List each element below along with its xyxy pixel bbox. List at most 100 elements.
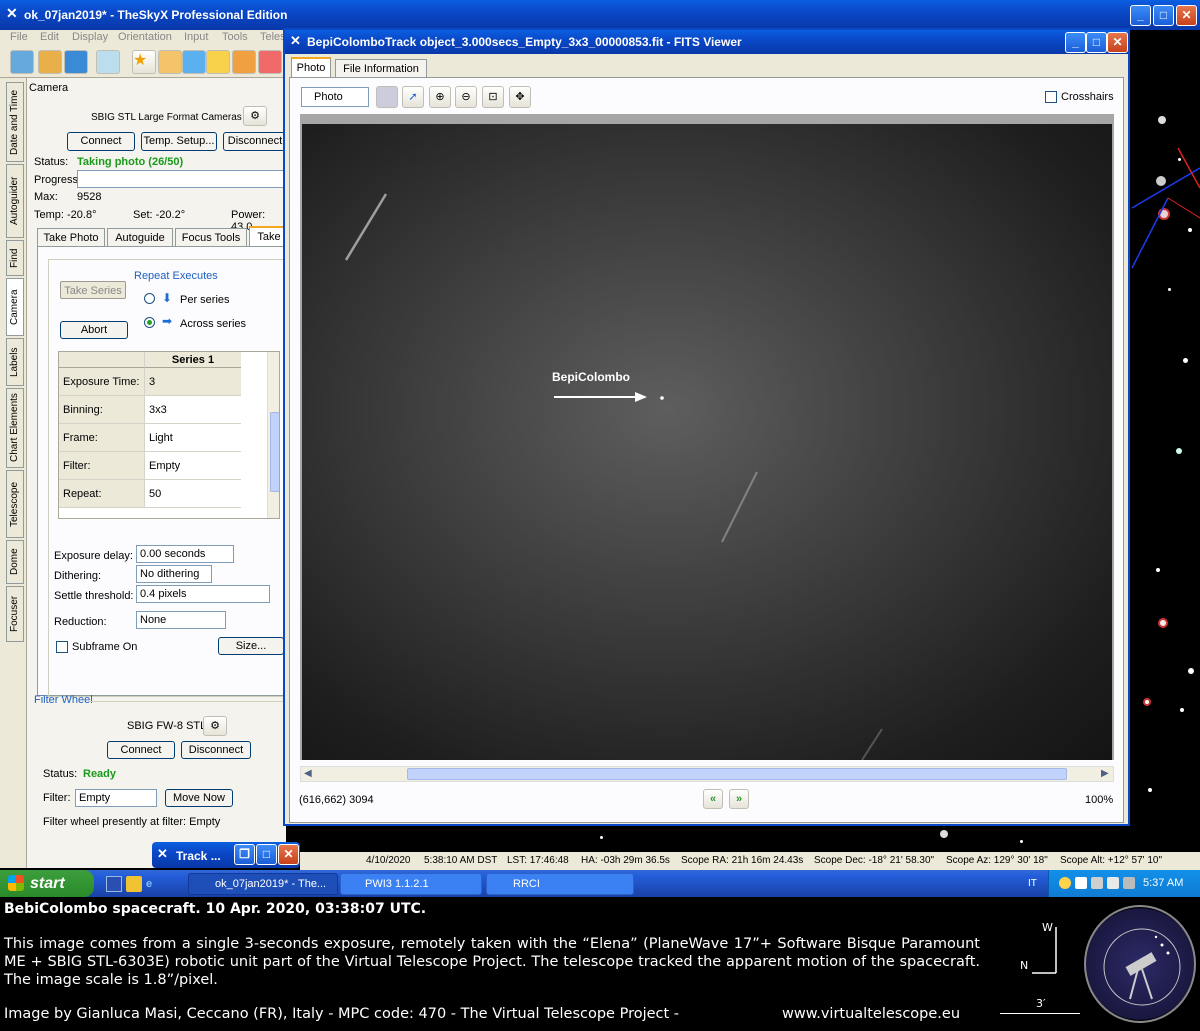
toolbar-galaxy-icon[interactable]: [232, 50, 256, 74]
series-row-value[interactable]: 3x3: [145, 396, 241, 424]
toolbar-comet-icon[interactable]: [158, 50, 182, 74]
main-maximize-button[interactable]: □: [1153, 5, 1174, 26]
camera-settings-gear-icon[interactable]: ⚙: [243, 106, 267, 126]
fits-title-bar[interactable]: ✕ BepiColomboTrack object_3.000secs_Empt…: [285, 30, 1128, 54]
toolbar-nebula-icon[interactable]: [258, 50, 282, 74]
tray-icon[interactable]: [1059, 877, 1071, 889]
track-restore-button[interactable]: ❐: [234, 844, 255, 865]
abort-button[interactable]: Abort: [60, 321, 128, 339]
settle-threshold-input[interactable]: 0.4 pixels: [136, 585, 270, 603]
track-maximize-button[interactable]: □: [256, 844, 277, 865]
fits-maximize-button[interactable]: □: [1086, 32, 1107, 53]
camera-disconnect-button[interactable]: Disconnect: [223, 132, 287, 151]
vtab-date-and-time[interactable]: Date and Time: [6, 82, 24, 162]
filter-select[interactable]: Empty: [75, 789, 157, 807]
track-close-button[interactable]: ✕: [278, 844, 299, 865]
tray-icon[interactable]: [1123, 877, 1135, 889]
toolbar-star-icon[interactable]: ★: [132, 50, 156, 74]
scroll-right-icon[interactable]: ▶: [1101, 768, 1109, 779]
zoom-fit-icon[interactable]: ⊡: [482, 86, 504, 108]
reduction-select[interactable]: None: [136, 611, 226, 629]
next-image-icon[interactable]: »: [729, 789, 749, 809]
take-series-button[interactable]: Take Series: [60, 281, 126, 299]
menu-tools[interactable]: Tools: [222, 31, 248, 43]
camera-temp-setup-button[interactable]: Temp. Setup...: [141, 132, 217, 151]
vtab-autoguider[interactable]: Autoguider: [6, 164, 24, 238]
filter-wheel-gear-icon[interactable]: ⚙: [203, 716, 227, 736]
main-close-button[interactable]: ✕: [1176, 5, 1197, 26]
series-1-header[interactable]: Series 1: [145, 352, 241, 368]
toolbar-camera-icon[interactable]: [10, 50, 34, 74]
toolbar-user-icon[interactable]: [64, 50, 88, 74]
fits-mode-select[interactable]: Photo: [301, 87, 369, 107]
fits-tab-file-information[interactable]: File Information: [335, 59, 427, 77]
zoom-out-icon[interactable]: ⊖: [455, 86, 477, 108]
exposure-delay-input[interactable]: 0.00 seconds: [136, 545, 234, 563]
series-row-value[interactable]: 50: [145, 480, 241, 508]
toolbar-refresh-icon[interactable]: [96, 50, 120, 74]
filter-connect-button[interactable]: Connect: [107, 741, 175, 759]
previous-image-icon[interactable]: «: [703, 789, 723, 809]
toolbar-observer-icon[interactable]: [38, 50, 62, 74]
vtab-chart-elements[interactable]: Chart Elements: [6, 388, 24, 468]
quicklaunch-desktop-icon[interactable]: [106, 876, 122, 892]
pan-icon[interactable]: ✥: [509, 86, 531, 108]
menu-edit[interactable]: Edit: [40, 31, 59, 43]
camera-connect-button[interactable]: Connect: [67, 132, 135, 151]
menu-display[interactable]: Display: [72, 31, 108, 43]
select-arrow-icon[interactable]: ➚: [402, 86, 424, 108]
menu-telescope[interactable]: Teles: [260, 31, 286, 43]
filter-present-text: Filter wheel presently at filter: Empty: [43, 816, 221, 828]
tab-take-photo[interactable]: Take Photo: [37, 228, 105, 246]
tray-icon[interactable]: [1075, 877, 1087, 889]
fits-minimize-button[interactable]: _: [1065, 32, 1086, 53]
caption-body: This image comes from a single 3-seconds…: [4, 936, 980, 988]
dithering-input[interactable]: No dithering: [136, 565, 212, 583]
histogram-icon[interactable]: [376, 86, 398, 108]
tray-icon[interactable]: [1107, 877, 1119, 889]
fits-close-button[interactable]: ✕: [1107, 32, 1128, 53]
toolbar-planets-icon[interactable]: [182, 50, 206, 74]
vtab-focuser[interactable]: Focuser: [6, 586, 24, 642]
quicklaunch-ie-icon[interactable]: e: [146, 876, 162, 892]
fits-tab-photo[interactable]: Photo: [291, 57, 331, 77]
series-row-value[interactable]: 3: [145, 368, 241, 396]
per-series-radio[interactable]: [144, 293, 155, 304]
taskbar-item-rrci[interactable]: RRCI: [486, 873, 634, 895]
zoom-in-icon[interactable]: ⊕: [429, 86, 451, 108]
toolbar-sun-icon[interactable]: [206, 50, 230, 74]
status-lst: LST: 17:46:48: [507, 855, 569, 866]
across-series-radio[interactable]: [144, 317, 155, 328]
track-window[interactable]: ✕ Track ... ❐ □ ✕: [152, 842, 300, 868]
main-title-bar[interactable]: ✕ ok_07jan2019* - TheSkyX Professional E…: [0, 0, 1200, 30]
filter-disconnect-button[interactable]: Disconnect: [181, 741, 251, 759]
vtab-dome[interactable]: Dome: [6, 540, 24, 584]
main-minimize-button[interactable]: _: [1130, 5, 1151, 26]
tray-icon[interactable]: [1091, 877, 1103, 889]
subframe-checkbox[interactable]: [56, 641, 68, 653]
taskbar-item-pwi3[interactable]: PWI3 1.1.2.1: [340, 873, 482, 895]
scroll-left-icon[interactable]: ◀: [304, 768, 312, 779]
start-label: start: [30, 875, 65, 892]
menu-file[interactable]: File: [10, 31, 28, 43]
vtab-labels[interactable]: Labels: [6, 338, 24, 386]
tab-focus-tools[interactable]: Focus Tools: [175, 228, 247, 246]
vtab-camera[interactable]: Camera: [6, 278, 24, 336]
menu-orientation[interactable]: Orientation: [118, 31, 172, 43]
move-now-button[interactable]: Move Now: [165, 789, 233, 807]
taskbar-item-theskyx[interactable]: ok_07jan2019* - The...: [188, 873, 338, 895]
vtab-telescope[interactable]: Telescope: [6, 470, 24, 538]
menu-input[interactable]: Input: [184, 31, 208, 43]
series-grid-scrollbar[interactable]: [267, 352, 279, 518]
vtab-find[interactable]: Find: [6, 240, 24, 276]
camera-panel: Camera SBIG STL Large Format Cameras ⚙ C…: [26, 78, 289, 868]
fits-image[interactable]: BepiColombo: [300, 114, 1114, 760]
tab-autoguide[interactable]: Autoguide: [107, 228, 173, 246]
series-row-value[interactable]: Light: [145, 424, 241, 452]
fits-horizontal-scrollbar[interactable]: ◀ ▶: [300, 766, 1114, 782]
series-row-value[interactable]: Empty: [145, 452, 241, 480]
quicklaunch-folder-icon[interactable]: [126, 876, 142, 892]
size-button[interactable]: Size...: [218, 637, 284, 655]
language-indicator[interactable]: IT: [1028, 878, 1037, 889]
crosshairs-checkbox[interactable]: [1045, 91, 1057, 103]
